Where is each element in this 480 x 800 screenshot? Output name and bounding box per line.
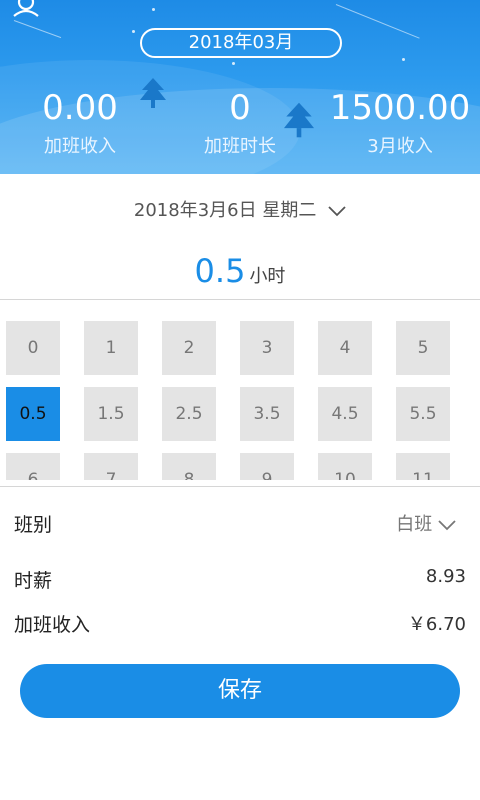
date-label: 2018年3月6日 星期二 bbox=[133, 200, 317, 221]
star-decoration bbox=[152, 8, 155, 11]
income-label: 加班收入 bbox=[14, 614, 91, 636]
hour-option[interactable]: 2.5 bbox=[162, 387, 216, 441]
hour-option[interactable]: 0 bbox=[6, 321, 60, 375]
wage-label: 时薪 bbox=[14, 570, 53, 592]
divider bbox=[0, 486, 480, 487]
wage-value: 8.93 bbox=[425, 566, 466, 587]
header-banner: 2018年03月 0.00 加班收入 0 加班时长 1500.00 3月收入 bbox=[0, 0, 480, 174]
hour-option[interactable]: 7 bbox=[84, 453, 138, 480]
stat-month-income: 1500.00 3月收入 bbox=[320, 88, 480, 158]
month-selector[interactable]: 2018年03月 bbox=[140, 28, 342, 58]
hour-option[interactable]: 2 bbox=[162, 321, 216, 375]
stat-value: 0.00 bbox=[42, 88, 118, 128]
hour-option[interactable]: 5 bbox=[396, 321, 450, 375]
hour-picker-grid[interactable]: 0 1 2 3 4 5 0.5 1.5 2.5 3.5 4.5 5.5 6 7 … bbox=[0, 300, 480, 480]
star-decoration bbox=[402, 58, 405, 61]
stat-value: 0 bbox=[229, 88, 251, 128]
hour-option[interactable]: 4 bbox=[318, 321, 372, 375]
hour-option[interactable]: 4.5 bbox=[318, 387, 372, 441]
stat-overtime-income: 0.00 加班收入 bbox=[0, 88, 160, 158]
shift-selector[interactable]: 白班 bbox=[396, 510, 456, 536]
hour-option[interactable]: 10 bbox=[318, 453, 372, 480]
income-value: ￥6.70 bbox=[407, 614, 466, 635]
date-selector[interactable]: 2018年3月6日 星期二 bbox=[0, 196, 480, 222]
star-decoration bbox=[232, 62, 235, 65]
hour-option[interactable]: 3 bbox=[240, 321, 294, 375]
streak-decoration bbox=[13, 20, 62, 39]
hours-value: 0.5 bbox=[194, 252, 246, 290]
stat-label: 加班收入 bbox=[44, 136, 116, 157]
hour-option[interactable]: 5.5 bbox=[396, 387, 450, 441]
shift-value: 白班 bbox=[396, 514, 433, 535]
stat-overtime-hours: 0 加班时长 bbox=[160, 88, 320, 158]
chevron-down-icon bbox=[328, 206, 346, 217]
hour-option[interactable]: 6 bbox=[6, 453, 60, 480]
save-button[interactable]: 保存 bbox=[20, 664, 460, 718]
shift-label: 班别 bbox=[14, 514, 53, 536]
hour-option[interactable]: 1 bbox=[84, 321, 138, 375]
hour-option-selected[interactable]: 0.5 bbox=[6, 387, 60, 441]
hours-unit: 小时 bbox=[249, 266, 286, 287]
user-icon[interactable] bbox=[12, 0, 40, 22]
stat-label: 3月收入 bbox=[367, 136, 433, 157]
chevron-down-icon bbox=[438, 520, 456, 531]
streak-decoration bbox=[335, 4, 420, 39]
hour-option[interactable]: 1.5 bbox=[84, 387, 138, 441]
stat-value: 1500.00 bbox=[329, 88, 471, 128]
stat-label: 加班时长 bbox=[204, 136, 276, 157]
hour-option[interactable]: 3.5 bbox=[240, 387, 294, 441]
hours-display: 0.5 小时 bbox=[0, 252, 480, 290]
hour-option[interactable]: 11 bbox=[396, 453, 450, 480]
hour-option[interactable]: 9 bbox=[240, 453, 294, 480]
star-decoration bbox=[132, 30, 135, 33]
hour-option[interactable]: 8 bbox=[162, 453, 216, 480]
